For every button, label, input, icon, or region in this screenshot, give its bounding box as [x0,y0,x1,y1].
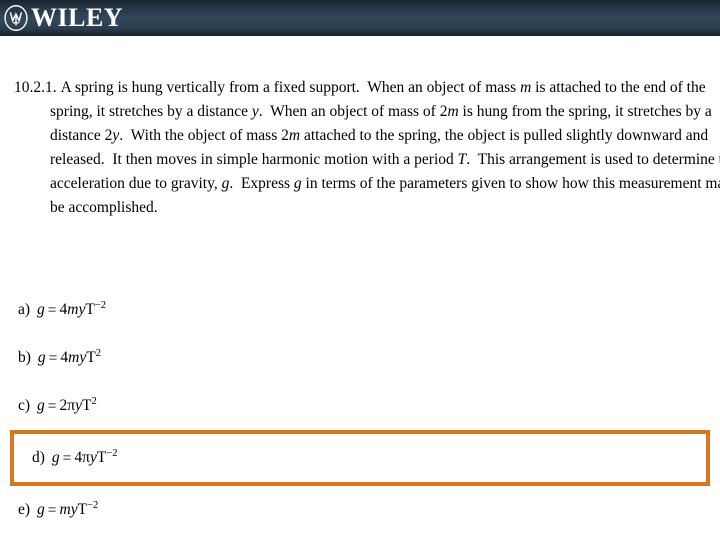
question-number: 10.2.1. [14,79,57,96]
answer-option-d[interactable]: d) g = 4πyT−2 [10,430,710,486]
option-label-d: d) [32,449,45,466]
option-formula-b: g = 4myT2 [37,348,101,367]
option-label-e: e) [18,501,31,518]
option-formula-e: g = myT−2 [37,500,99,519]
option-formula-c: g = 2πyT2 [37,396,97,415]
option-label-b: b) [18,349,31,366]
wiley-wordmark: WILEY [31,3,124,32]
option-label-c: c) [18,397,31,414]
wiley-emblem-icon [4,5,28,31]
option-formula-d: g = 4πyT−2 [51,448,118,467]
answer-option-a[interactable]: a) g = 4myT−2 [0,286,720,334]
question-text: 10.2.1. A spring is hung vertically from … [14,76,720,220]
answer-option-b[interactable]: b) g = 4myT2 [0,334,720,382]
option-formula-a: g = 4myT−2 [37,300,107,319]
wiley-logo: WILEY [2,4,123,32]
wiley-header-bar: WILEY [0,0,720,36]
answer-option-e[interactable]: e) g = myT−2 [0,486,720,534]
answer-option-c[interactable]: c) g = 2πyT2 [0,382,720,430]
option-label-a: a) [18,301,31,318]
answer-options-list: a) g = 4myT−2 b) g = 4myT2 c) g = 2πyT2 d) g = 4… [0,286,720,534]
question-body: A spring is hung vertically from a fixed… [50,79,720,216]
